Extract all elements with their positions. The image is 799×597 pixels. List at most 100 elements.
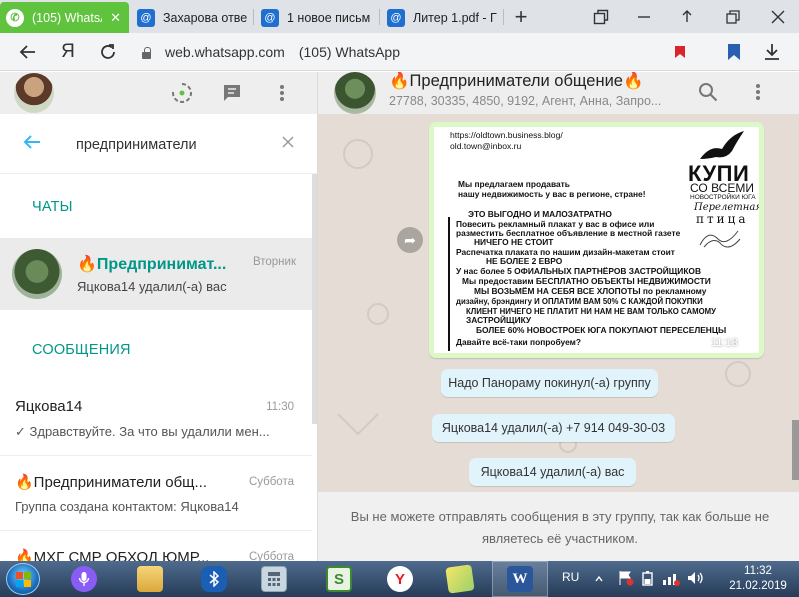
word-icon: W bbox=[507, 566, 533, 592]
taskbar-notes[interactable] bbox=[432, 561, 488, 597]
chat-preview: Яцкова14 удалил(-а) вас bbox=[77, 279, 227, 294]
tab-manager-icon[interactable] bbox=[583, 0, 619, 33]
message-result-item[interactable]: 🔥Предприниматели общ... Суббота Группа с… bbox=[0, 456, 312, 531]
start-button[interactable] bbox=[6, 563, 40, 595]
clock-time: 11:32 bbox=[744, 565, 772, 577]
conversation-scrollbar[interactable] bbox=[792, 420, 799, 480]
poster-line: Мы предлагаем продавать bbox=[458, 179, 570, 189]
folder-icon bbox=[137, 566, 163, 592]
tray-arrow-icon[interactable] bbox=[594, 571, 604, 589]
search-input[interactable]: предприниматели bbox=[76, 137, 197, 153]
poster-line: Мы предоставим БЕСПЛАТНО ОБЪЕКТЫ НЕДВИЖИ… bbox=[462, 276, 711, 286]
messages-section-header: СООБЩЕНИЯ bbox=[32, 342, 131, 358]
taskbar-yandex-browser[interactable]: Y bbox=[372, 561, 428, 597]
compose-footer: Вы не можете отправлять сообщения в эту … bbox=[318, 492, 799, 561]
ornament-icon bbox=[699, 230, 741, 248]
close-tab-icon[interactable]: ✕ bbox=[102, 10, 129, 26]
poster-line: Давайте всё-таки попробуем? bbox=[456, 337, 581, 347]
taskbar-calculator[interactable] bbox=[246, 561, 302, 597]
message-chat-title: Яцкова14 bbox=[15, 398, 83, 415]
back-arrow-icon[interactable] bbox=[22, 132, 42, 158]
message-result-item[interactable]: 🔥МХГ СМР ОБХОД ЮМР... Суббота bbox=[0, 531, 312, 561]
volume-icon[interactable] bbox=[686, 570, 704, 591]
back-arrow-icon[interactable] bbox=[14, 38, 42, 66]
url-page-title: (105) WhatsApp bbox=[298, 44, 401, 60]
restore-icon[interactable] bbox=[715, 0, 751, 33]
tab-title: Захарова отве bbox=[163, 10, 248, 25]
tab-pdf[interactable]: @ Литер 1.pdf - Г bbox=[381, 2, 501, 33]
s-app-icon: S bbox=[326, 566, 352, 592]
message-time: Суббота bbox=[248, 476, 294, 488]
sticky-notes-icon bbox=[445, 564, 475, 594]
poster-line: дизайну, брэндингу И ОПЛАТИМ ВАМ 50% С К… bbox=[456, 297, 703, 306]
download-icon[interactable] bbox=[758, 38, 786, 66]
bookmark-flag-icon[interactable] bbox=[666, 38, 694, 66]
group-avatar bbox=[12, 249, 62, 299]
search-icon[interactable] bbox=[696, 80, 720, 104]
mail-icon: @ bbox=[387, 8, 405, 27]
chat-name: 🔥Предпринимат... bbox=[77, 256, 227, 273]
minimize-icon[interactable] bbox=[626, 0, 662, 33]
language-indicator[interactable]: RU bbox=[562, 570, 579, 584]
chat-result-item[interactable]: 🔥Предпринимат... Вторник Яцкова14 удалил… bbox=[0, 238, 312, 310]
poster-url: https://oldtown.business.blog/ bbox=[450, 130, 563, 140]
message-snippet: Группа создана контактом: Яцкова14 bbox=[15, 499, 239, 514]
reload-icon[interactable] bbox=[94, 38, 122, 66]
battery-icon[interactable] bbox=[640, 570, 656, 591]
search-bar: предприниматели bbox=[0, 114, 317, 174]
flag-alert-icon[interactable] bbox=[618, 570, 634, 591]
my-avatar[interactable] bbox=[14, 73, 54, 113]
bookmarks-icon[interactable] bbox=[720, 38, 748, 66]
tab-title: 1 новое письм bbox=[287, 10, 371, 25]
bluetooth-icon bbox=[201, 566, 227, 592]
message-chat-title: 🔥Предприниматели общ... bbox=[15, 474, 208, 491]
taskbar-bluetooth[interactable] bbox=[186, 561, 242, 597]
status-icon[interactable] bbox=[170, 81, 194, 105]
taskbar-word[interactable]: W bbox=[492, 561, 548, 597]
tab-whatsapp[interactable]: ✆ (105) WhatsApp ✕ bbox=[0, 2, 129, 33]
pin-icon[interactable] bbox=[669, 0, 705, 33]
message-chat-title: 🔥МХГ СМР ОБХОД ЮМР... bbox=[15, 549, 210, 561]
poster-line: ЗАСТРОЙЩИКУ bbox=[466, 315, 532, 325]
browser-tab-bar: ✆ (105) WhatsApp ✕ @ Захарова отве @ 1 н… bbox=[0, 0, 799, 33]
poster-line: У нас более 5 ОФИАЛЬНЫХ ПАРТНЁРОВ ЗАСТРО… bbox=[456, 266, 701, 276]
forward-icon[interactable]: ➦ bbox=[397, 227, 423, 253]
yandex-icon[interactable]: Я bbox=[54, 38, 82, 66]
system-tray: RU 11:32 21.02.2019 bbox=[558, 561, 799, 597]
whatsapp-icon: ✆ bbox=[6, 8, 24, 27]
chat-list-pane: предприниматели ЧАТЫ 🔥Предпринимат... Вт… bbox=[0, 72, 318, 561]
group-avatar[interactable] bbox=[334, 72, 376, 114]
new-tab-button[interactable]: + bbox=[503, 0, 539, 33]
cannot-send-notice: Вы не можете отправлять сообщения в эту … bbox=[350, 509, 770, 546]
network-icon[interactable] bbox=[662, 570, 680, 591]
double-check-icon: ✓ bbox=[743, 337, 753, 349]
poster-line: НИЧЕГО НЕ СТОИТ bbox=[474, 237, 554, 247]
calculator-icon bbox=[261, 566, 287, 592]
taskbar-app-s[interactable]: S bbox=[311, 561, 367, 597]
message-result-item[interactable]: Яцкова14 11:30 ✓ Здравствуйте. За что вы… bbox=[0, 381, 312, 456]
tab-mail-2[interactable]: @ 1 новое письм bbox=[255, 2, 377, 33]
menu-icon[interactable] bbox=[746, 80, 770, 104]
mail-icon: @ bbox=[137, 8, 155, 27]
system-message: Яцкова14 удалил(-а) вас bbox=[469, 458, 636, 486]
close-window-icon[interactable] bbox=[760, 0, 796, 33]
menu-icon[interactable] bbox=[270, 81, 294, 105]
clear-search-icon[interactable] bbox=[282, 132, 294, 153]
yandex-browser-icon: Y bbox=[387, 566, 413, 592]
tab-title: (105) WhatsApp bbox=[32, 10, 102, 25]
poster-brand-line: СО ВСЕМИ bbox=[690, 181, 754, 195]
taskbar-voice-assistant[interactable] bbox=[56, 561, 112, 597]
windows-taskbar: S Y W RU 11:32 21.02.2019 bbox=[0, 561, 799, 597]
image-message-bubble[interactable]: https://oldtown.business.blog/ old.town@… bbox=[429, 122, 764, 358]
message-time: 11:18 bbox=[711, 337, 738, 349]
message-time: 11:30 bbox=[266, 401, 294, 413]
conversation-header[interactable]: 🔥Предприниматели общение🔥 27788, 30335, … bbox=[318, 72, 799, 114]
clock[interactable]: 11:32 21.02.2019 bbox=[723, 564, 793, 594]
address-bar: Я web.whatsapp.com (105) WhatsApp bbox=[0, 33, 799, 71]
group-title: 🔥Предприниматели общение🔥 bbox=[389, 72, 644, 90]
new-chat-icon[interactable] bbox=[220, 81, 244, 105]
url-field[interactable]: web.whatsapp.com (105) WhatsApp bbox=[141, 39, 400, 65]
advertisement-image[interactable]: https://oldtown.business.blog/ old.town@… bbox=[434, 127, 759, 353]
taskbar-explorer[interactable] bbox=[122, 561, 178, 597]
tab-mail-1[interactable]: @ Захарова отве bbox=[131, 2, 251, 33]
